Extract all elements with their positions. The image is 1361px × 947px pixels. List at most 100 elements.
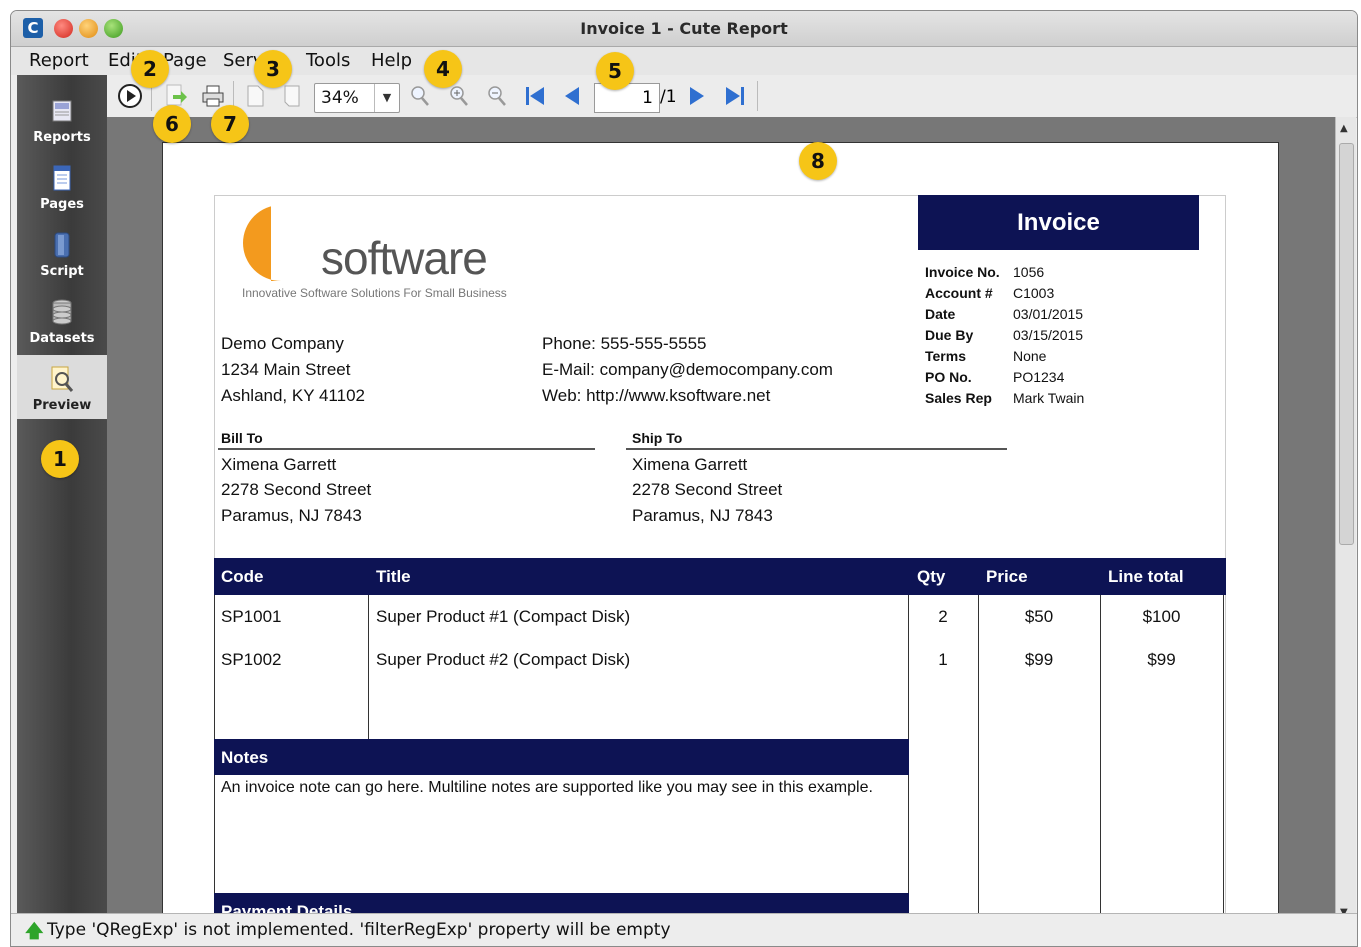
column-header-qty: Qty [917,567,946,586]
zoom-out-icon[interactable] [484,83,510,109]
menu-tools[interactable]: Tools [306,47,350,75]
zoom-fit-icon[interactable] [407,83,433,109]
cell-line-total: $100 [1142,607,1181,626]
column-header-code: Code [221,567,264,586]
sidebar-item-script[interactable]: Script [17,221,107,285]
column-header-price: Price [986,567,1028,586]
logo-brand-text: software [321,232,488,284]
detail-value: 1056 [1013,264,1045,280]
menu-help[interactable]: Help [371,47,412,75]
menu-page[interactable]: Page [163,47,207,75]
cell-price: $99 [1024,650,1054,669]
cell-qty: 2 [938,607,948,626]
print-icon[interactable] [200,83,226,109]
cell-price: $50 [1024,607,1054,626]
sidebar-item-label: Pages [40,197,84,212]
items-table-header [214,558,1226,595]
detail-key: PO No. [925,369,972,385]
run-report-icon[interactable] [117,83,143,109]
datasets-icon [52,299,72,325]
detail-key: Due By [925,327,974,343]
cell-title: Super Product #2 (Compact Disk) [376,650,631,669]
callout-marker: 6 [153,105,191,143]
callout-marker: 2 [131,50,169,88]
detail-key: Sales Rep [925,390,992,406]
chevron-down-icon[interactable]: ▼ [374,84,399,112]
arrow-up-icon: 🡅 [25,921,44,942]
menu-report[interactable]: Report [29,47,89,75]
bill-to-line: Paramus, NJ 7843 [221,506,362,525]
bill-to-rule [218,448,595,450]
sidebar: Reports Pages Script Datasets Preview [17,75,107,925]
detail-key: Account # [925,285,993,301]
detail-value: 03/01/2015 [1013,306,1084,322]
ship-to-line: Ximena Garrett [632,455,748,474]
notes-text: An invoice note can go here. Multiline n… [221,779,873,796]
callout-marker: 5 [596,52,634,90]
ship-to-heading: Ship To [632,430,683,446]
app-window: C Invoice 1 - Cute Report Report Edit Pa… [10,10,1358,947]
cell-line-total: $99 [1147,650,1176,669]
sidebar-item-reports[interactable]: Reports [17,87,107,151]
callout-marker: 4 [424,50,462,88]
report-page: software Innovative Software Solutions F… [162,142,1279,946]
bill-to-line: Ximena Garrett [221,455,337,474]
page-layout-icon[interactable] [279,83,305,109]
detail-value: None [1013,348,1047,364]
sidebar-item-pages[interactable]: Pages [17,154,107,218]
zoom-select[interactable]: 34% ▼ [314,83,400,113]
sidebar-item-label: Script [40,264,84,279]
script-icon [54,232,70,258]
previous-page-icon[interactable] [559,83,585,109]
scroll-up-icon[interactable]: ▲ [1340,123,1348,134]
sidebar-item-datasets[interactable]: Datasets [17,288,107,352]
detail-value: 03/15/2015 [1013,327,1084,343]
company-name: Demo Company [221,334,344,353]
preview-area[interactable]: software Innovative Software Solutions F… [107,117,1335,946]
cell-code: SP1002 [221,650,282,669]
status-bar: 🡅 Type 'QRegExp' is not implemented. 'fi… [11,913,1357,946]
cell-qty: 1 [938,650,948,669]
callout-marker: 7 [211,105,249,143]
callout-marker: 3 [254,50,292,88]
detail-key: Terms [925,348,966,364]
company-street: 1234 Main Street [221,360,351,379]
last-page-icon[interactable] [722,83,748,109]
detail-key: Invoice No. [925,264,1000,280]
ksoftware-logo-icon [243,205,311,281]
notes-header [214,739,909,775]
sidebar-item-label: Preview [32,398,92,413]
pages-icon [53,165,71,191]
page-number-value: 1 [642,88,653,108]
logo-tagline: Innovative Software Solutions For Small … [242,286,507,300]
table-row: SP1001 Super Product #1 (Compact Disk) 2… [214,595,1226,681]
cell-title: Super Product #1 (Compact Disk) [376,607,631,626]
vertical-scrollbar[interactable]: ▲ ▼ [1335,117,1356,923]
cell-code: SP1001 [221,607,282,626]
scrollbar-thumb[interactable] [1339,143,1354,545]
company-web: Web: http://www.ksoftware.net [542,386,771,405]
invoice-title: Invoice [1017,209,1100,236]
preview-toolbar: 34% ▼ 1 /1 [107,75,1357,118]
detail-value: Mark Twain [1013,390,1085,406]
preview-icon [51,366,74,392]
detail-value: C1003 [1013,285,1055,301]
callout-marker: 1 [41,440,79,478]
page-total: /1 [660,87,677,107]
ship-to-rule [626,448,1007,450]
notes-heading: Notes [221,748,269,767]
title-bar: C Invoice 1 - Cute Report [11,11,1357,47]
callout-marker: 8 [799,142,837,180]
ship-to-line: 2278 Second Street [632,480,783,499]
page-setup-icon[interactable] [242,83,268,109]
company-phone: Phone: 555-555-5555 [542,334,707,353]
menu-bar: Report Edit Page Service Tools Help [11,47,1357,75]
zoom-in-icon[interactable] [446,83,472,109]
first-page-icon[interactable] [522,83,548,109]
status-message: Type 'QRegExp' is not implemented. 'filt… [47,920,671,940]
ship-to-line: Paramus, NJ 7843 [632,506,773,525]
detail-value: PO1234 [1013,369,1065,385]
next-page-icon[interactable] [684,83,710,109]
page-number-input[interactable]: 1 [594,83,660,113]
sidebar-item-preview[interactable]: Preview [17,355,107,419]
